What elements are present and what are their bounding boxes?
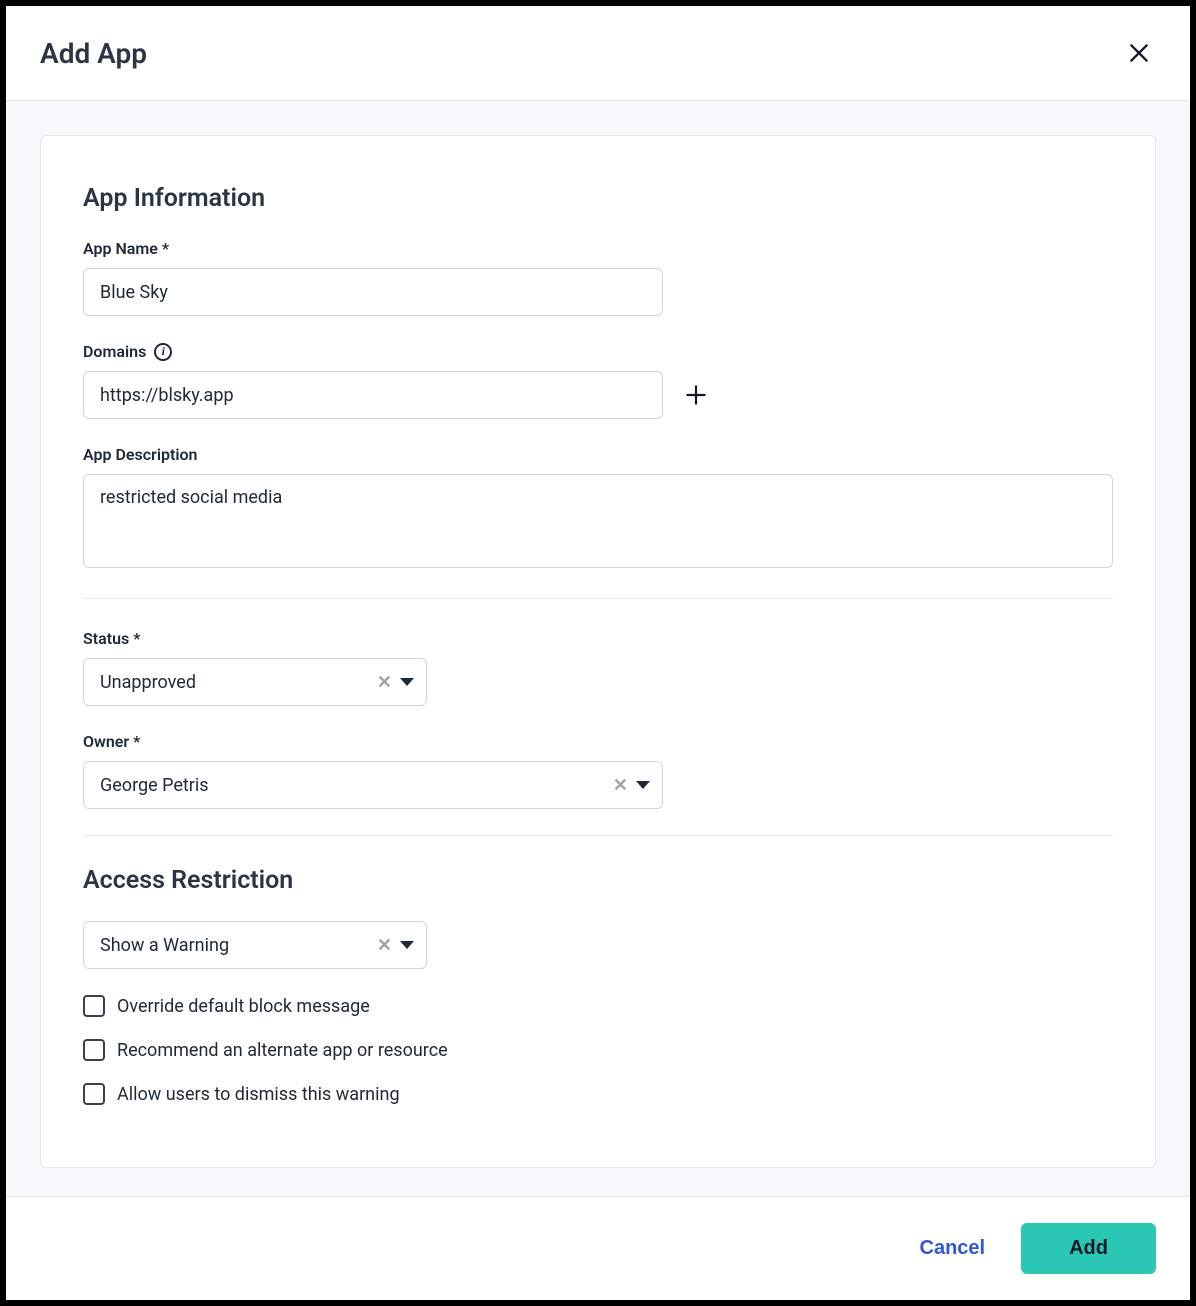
owner-value: George Petris (100, 775, 209, 796)
restriction-select[interactable]: Show a Warning ✕ (83, 921, 427, 969)
restriction-clear-icon[interactable]: ✕ (377, 935, 392, 956)
app-name-label: App Name * (83, 239, 1113, 258)
status-field: Status * Unapproved ✕ (83, 629, 1113, 706)
domains-input[interactable] (83, 371, 663, 419)
description-field: App Description (83, 445, 1113, 572)
description-input[interactable] (83, 474, 1113, 568)
info-icon[interactable]: i (154, 343, 172, 361)
status-select[interactable]: Unapproved ✕ (83, 658, 427, 706)
allow-dismiss-checkbox[interactable] (83, 1083, 105, 1105)
divider (83, 835, 1113, 836)
recommend-label: Recommend an alternate app or resource (117, 1040, 448, 1061)
restriction-value: Show a Warning (100, 935, 229, 956)
restriction-field: Show a Warning ✕ (83, 921, 1113, 969)
dialog-header: Add App (6, 6, 1190, 101)
status-label: Status * (83, 629, 1113, 648)
owner-clear-icon[interactable]: ✕ (613, 775, 628, 796)
app-name-input[interactable] (83, 268, 663, 316)
override-checkbox-row: Override default block message (83, 995, 1113, 1017)
override-label: Override default block message (117, 996, 370, 1017)
domains-label: Domains i (83, 342, 1113, 361)
owner-label: Owner * (83, 732, 1113, 751)
dialog-title: Add App (40, 37, 147, 70)
dialog-footer: Cancel Add (6, 1196, 1190, 1300)
domains-label-text: Domains (83, 342, 146, 361)
form-card: App Information App Name * Domains i (40, 135, 1156, 1168)
chevron-down-icon[interactable] (400, 941, 414, 949)
description-label: App Description (83, 445, 1113, 464)
recommend-checkbox-row: Recommend an alternate app or resource (83, 1039, 1113, 1061)
recommend-checkbox[interactable] (83, 1039, 105, 1061)
add-domain-button[interactable] (683, 382, 709, 408)
close-button[interactable] (1122, 36, 1156, 70)
status-clear-icon[interactable]: ✕ (377, 672, 392, 693)
chevron-down-icon[interactable] (636, 781, 650, 789)
status-value: Unapproved (100, 672, 196, 693)
domains-field: Domains i (83, 342, 1113, 419)
close-icon (1126, 40, 1152, 66)
cancel-button[interactable]: Cancel (920, 1237, 986, 1260)
add-button[interactable]: Add (1021, 1223, 1156, 1274)
owner-select[interactable]: George Petris ✕ (83, 761, 663, 809)
app-name-field: App Name * (83, 239, 1113, 316)
allow-dismiss-label: Allow users to dismiss this warning (117, 1084, 400, 1105)
owner-field: Owner * George Petris ✕ (83, 732, 1113, 809)
divider (83, 598, 1113, 599)
plus-icon (683, 382, 709, 408)
allow-dismiss-checkbox-row: Allow users to dismiss this warning (83, 1083, 1113, 1105)
app-info-heading: App Information (83, 184, 1113, 213)
chevron-down-icon[interactable] (400, 678, 414, 686)
override-checkbox[interactable] (83, 995, 105, 1017)
access-restriction-heading: Access Restriction (83, 866, 1113, 895)
dialog-body: App Information App Name * Domains i (6, 101, 1190, 1196)
